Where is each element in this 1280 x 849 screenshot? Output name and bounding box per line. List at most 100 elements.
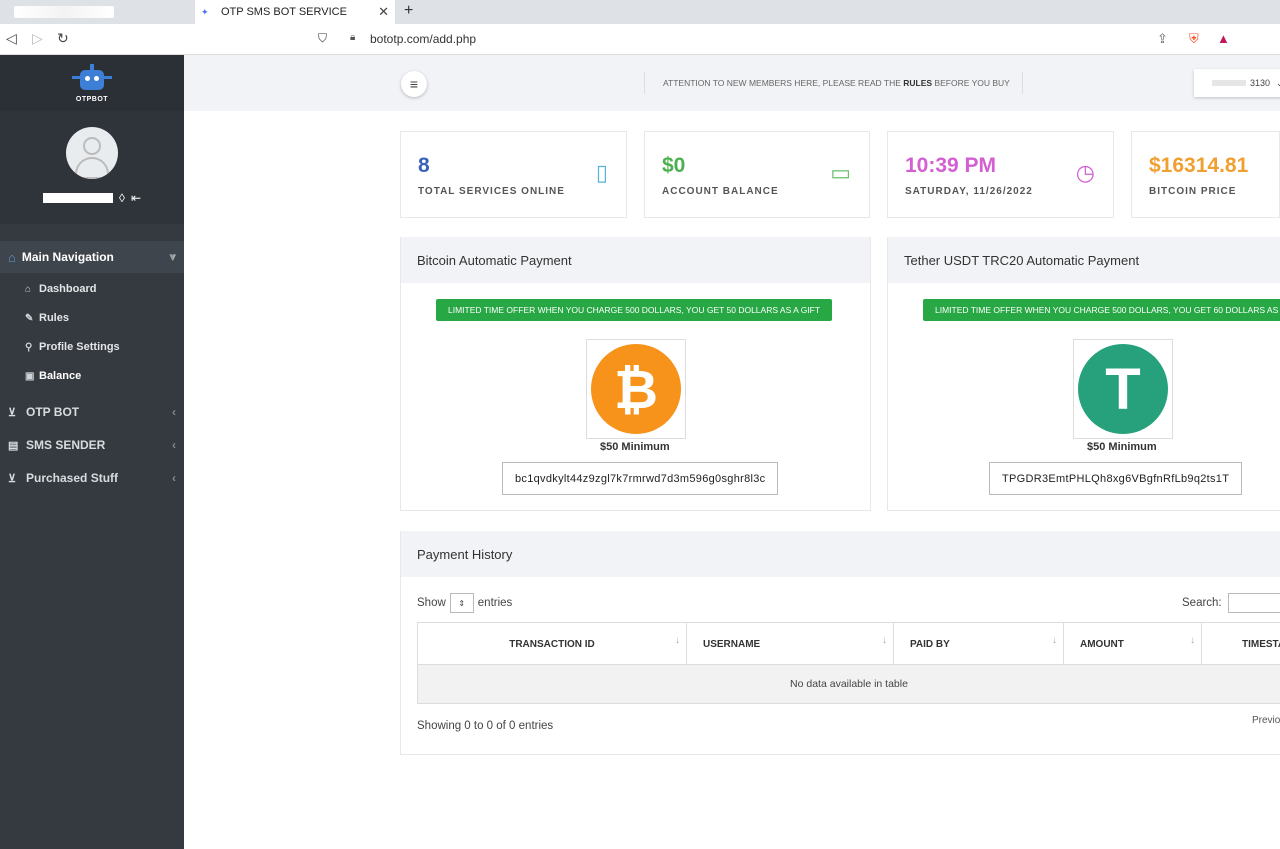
tether-payment-card: Tether USDT TRC20 Automatic Payment LIMI…: [887, 237, 1280, 511]
minimum-label: $50 Minimum: [1087, 441, 1157, 453]
sidebar-item-label: Rules: [39, 312, 69, 324]
redacted-username: [43, 193, 113, 203]
main-navigation-header[interactable]: ⌂ Main Navigation ⩔: [0, 241, 184, 273]
clipboard-icon: ▯: [595, 160, 608, 185]
stat-value: $16314.81: [1149, 154, 1249, 177]
bookmark-icon[interactable]: ⛉: [318, 31, 327, 46]
table-header: TRANSACTION ID ↓ USERNAME ↓ PAID BY ↓ AM…: [417, 622, 1280, 665]
forward-icon[interactable]: ▷: [32, 30, 43, 47]
stat-card-bitcoin-price: $16314.81 BITCOIN PRICE: [1131, 131, 1280, 218]
sidebar-item-label: Dashboard: [39, 283, 97, 295]
sidebar-item-otp-bot[interactable]: ⊻ OTP BOT ‹: [0, 398, 184, 426]
rules-notice: ATTENTION TO NEW MEMBERS HERE, PLEASE RE…: [663, 78, 1010, 88]
sidebar-item-label: SMS SENDER: [26, 438, 106, 452]
sort-icon: ↓: [1190, 635, 1195, 646]
home-icon: ⌂: [8, 249, 16, 265]
card-title: Tether USDT TRC20 Automatic Payment: [888, 237, 1280, 283]
brave-shield-icon[interactable]: ⛨: [1189, 31, 1199, 47]
stat-value: 10:39 PM: [905, 154, 997, 177]
sidebar-item-purchased-stuff[interactable]: ⊻ Purchased Stuff ‹: [0, 464, 184, 492]
reload-icon[interactable]: ↻: [57, 30, 69, 47]
favicon-icon: ✦: [201, 7, 209, 17]
search-input[interactable]: [1227, 593, 1280, 613]
minimum-label: $50 Minimum: [600, 441, 670, 453]
table-search: Search:: [1182, 593, 1280, 613]
user-menu-label: 3130: [1250, 78, 1271, 88]
column-paid-by[interactable]: PAID BY ↓: [894, 623, 1064, 665]
sidebar-item-balance[interactable]: ▣ Balance: [25, 370, 81, 382]
sidebar-item-label: Profile Settings: [39, 341, 120, 353]
previous-page-button[interactable]: Previo: [1252, 715, 1280, 726]
tether-address-field[interactable]: TPGDR3EmtPHLQh8xg6VBgfnRfLb9q2ts1T: [989, 462, 1243, 495]
stat-card-services: 8 TOTAL SERVICES ONLINE ▯: [400, 131, 627, 218]
cart-icon: ⊻: [8, 472, 17, 485]
sidebar-item-label: Balance: [39, 370, 82, 382]
page: ✦ OTP SMS BOT SERVICE ✕ + ◁ ▷ ↻ ⛉ 🔒︎ bot…: [0, 0, 1280, 849]
tether-icon: T: [1078, 344, 1168, 434]
edit-icon: ✎: [25, 312, 34, 324]
new-tab-button[interactable]: +: [404, 2, 413, 20]
table-info: Showing 0 to 0 of 0 entries: [417, 720, 554, 732]
sidebar-item-rules[interactable]: ✎ Rules: [25, 312, 69, 324]
logo-text: OTPBOT: [75, 95, 109, 103]
sort-icon: ↓: [882, 635, 887, 646]
share-icon[interactable]: ⇪: [1157, 31, 1168, 47]
stat-card-time: 10:39 PM SATURDAY, 11/26/2022 ◷: [887, 131, 1114, 218]
logo[interactable]: OTPBOT: [0, 55, 184, 111]
column-username[interactable]: USERNAME ↓: [687, 623, 894, 665]
blurred-tab[interactable]: [14, 6, 114, 18]
sort-icon: ↓: [1052, 635, 1057, 646]
home-icon: ⌂: [25, 283, 32, 295]
active-tab[interactable]: ✦ OTP SMS BOT SERVICE ✕: [195, 0, 395, 24]
lock-icon[interactable]: 🔒︎: [350, 32, 355, 43]
menu-toggle-button[interactable]: ≡: [401, 71, 427, 97]
money-icon: ▣: [25, 370, 35, 382]
sidebar-item-profile-settings[interactable]: ⚲ Profile Settings: [25, 341, 120, 353]
column-amount[interactable]: AMOUNT ↓: [1064, 623, 1202, 665]
coin-logo: ₿: [586, 339, 686, 439]
stat-label: ACCOUNT BALANCE: [662, 186, 779, 197]
sidebar-item-dashboard[interactable]: ⌂ Dashboard: [25, 283, 96, 295]
chevron-down-icon: ⌄: [1276, 77, 1280, 88]
stat-value: $0: [662, 154, 686, 177]
cart-icon: ⊻: [8, 406, 17, 419]
sort-icon: ↓: [675, 635, 680, 646]
stat-label: TOTAL SERVICES ONLINE: [418, 186, 565, 197]
bitcoin-payment-card: Bitcoin Automatic Payment LIMITED TIME O…: [400, 237, 871, 511]
drop-icon[interactable]: ◊: [119, 191, 125, 205]
logout-icon[interactable]: ⇤: [131, 191, 141, 205]
user-menu[interactable]: 3130 ⌄: [1194, 69, 1280, 97]
double-chevron-icon: ⩔: [169, 250, 176, 263]
offer-banner: LIMITED TIME OFFER WHEN YOU CHARGE 500 D…: [436, 299, 833, 321]
chevron-left-icon: ‹: [172, 438, 176, 452]
user-panel: ◊ ⇤: [0, 111, 184, 224]
rules-link[interactable]: RULES: [903, 78, 932, 88]
tab-close-icon[interactable]: ✕: [378, 4, 389, 20]
bitcoin-address-field[interactable]: bc1qvdkylt44z9zgl7k7rmrwd7d3m596g0sghr8l…: [502, 462, 779, 495]
stat-value: 8: [418, 154, 430, 177]
card-title: Bitcoin Automatic Payment: [401, 237, 870, 283]
sidebar-item-sms-sender[interactable]: ▤ SMS SENDER ‹: [0, 431, 184, 459]
column-timestamp[interactable]: TIMESTA: [1202, 623, 1280, 665]
bitcoin-icon: ₿: [591, 344, 681, 434]
stat-label: BITCOIN PRICE: [1149, 186, 1237, 197]
robot-logo-icon: [70, 63, 114, 94]
card-icon: ▤: [8, 439, 19, 452]
tab-title: OTP SMS BOT SERVICE: [221, 6, 347, 18]
browser-toolbar: ◁ ▷ ↻ ⛉ 🔒︎ bototp.com/add.php ⇪ ⛨ ▲: [0, 24, 1280, 55]
sidebar-item-label: OTP BOT: [26, 405, 80, 419]
address-bar[interactable]: bototp.com/add.php: [370, 32, 476, 46]
stat-card-balance: $0 ACCOUNT BALANCE ▭: [644, 131, 870, 218]
entries-select[interactable]: ⇕: [449, 593, 474, 613]
chevron-left-icon: ‹: [172, 471, 176, 485]
empty-table-message: No data available in table: [417, 664, 1280, 704]
top-navbar: ≡ ATTENTION TO NEW MEMBERS HERE, PLEASE …: [184, 55, 1280, 111]
payment-history-card: Payment History Show ⇕ entries Search: T…: [400, 531, 1280, 755]
entries-length-control: Show ⇕ entries: [417, 593, 512, 613]
stat-label: SATURDAY, 11/26/2022: [905, 186, 1033, 197]
clock-icon: ◷: [1075, 160, 1095, 185]
brave-rewards-icon[interactable]: ▲: [1217, 31, 1230, 46]
back-icon[interactable]: ◁: [6, 30, 17, 47]
main-navigation-label: Main Navigation: [21, 250, 114, 264]
column-transaction-id[interactable]: TRANSACTION ID ↓: [418, 623, 687, 665]
